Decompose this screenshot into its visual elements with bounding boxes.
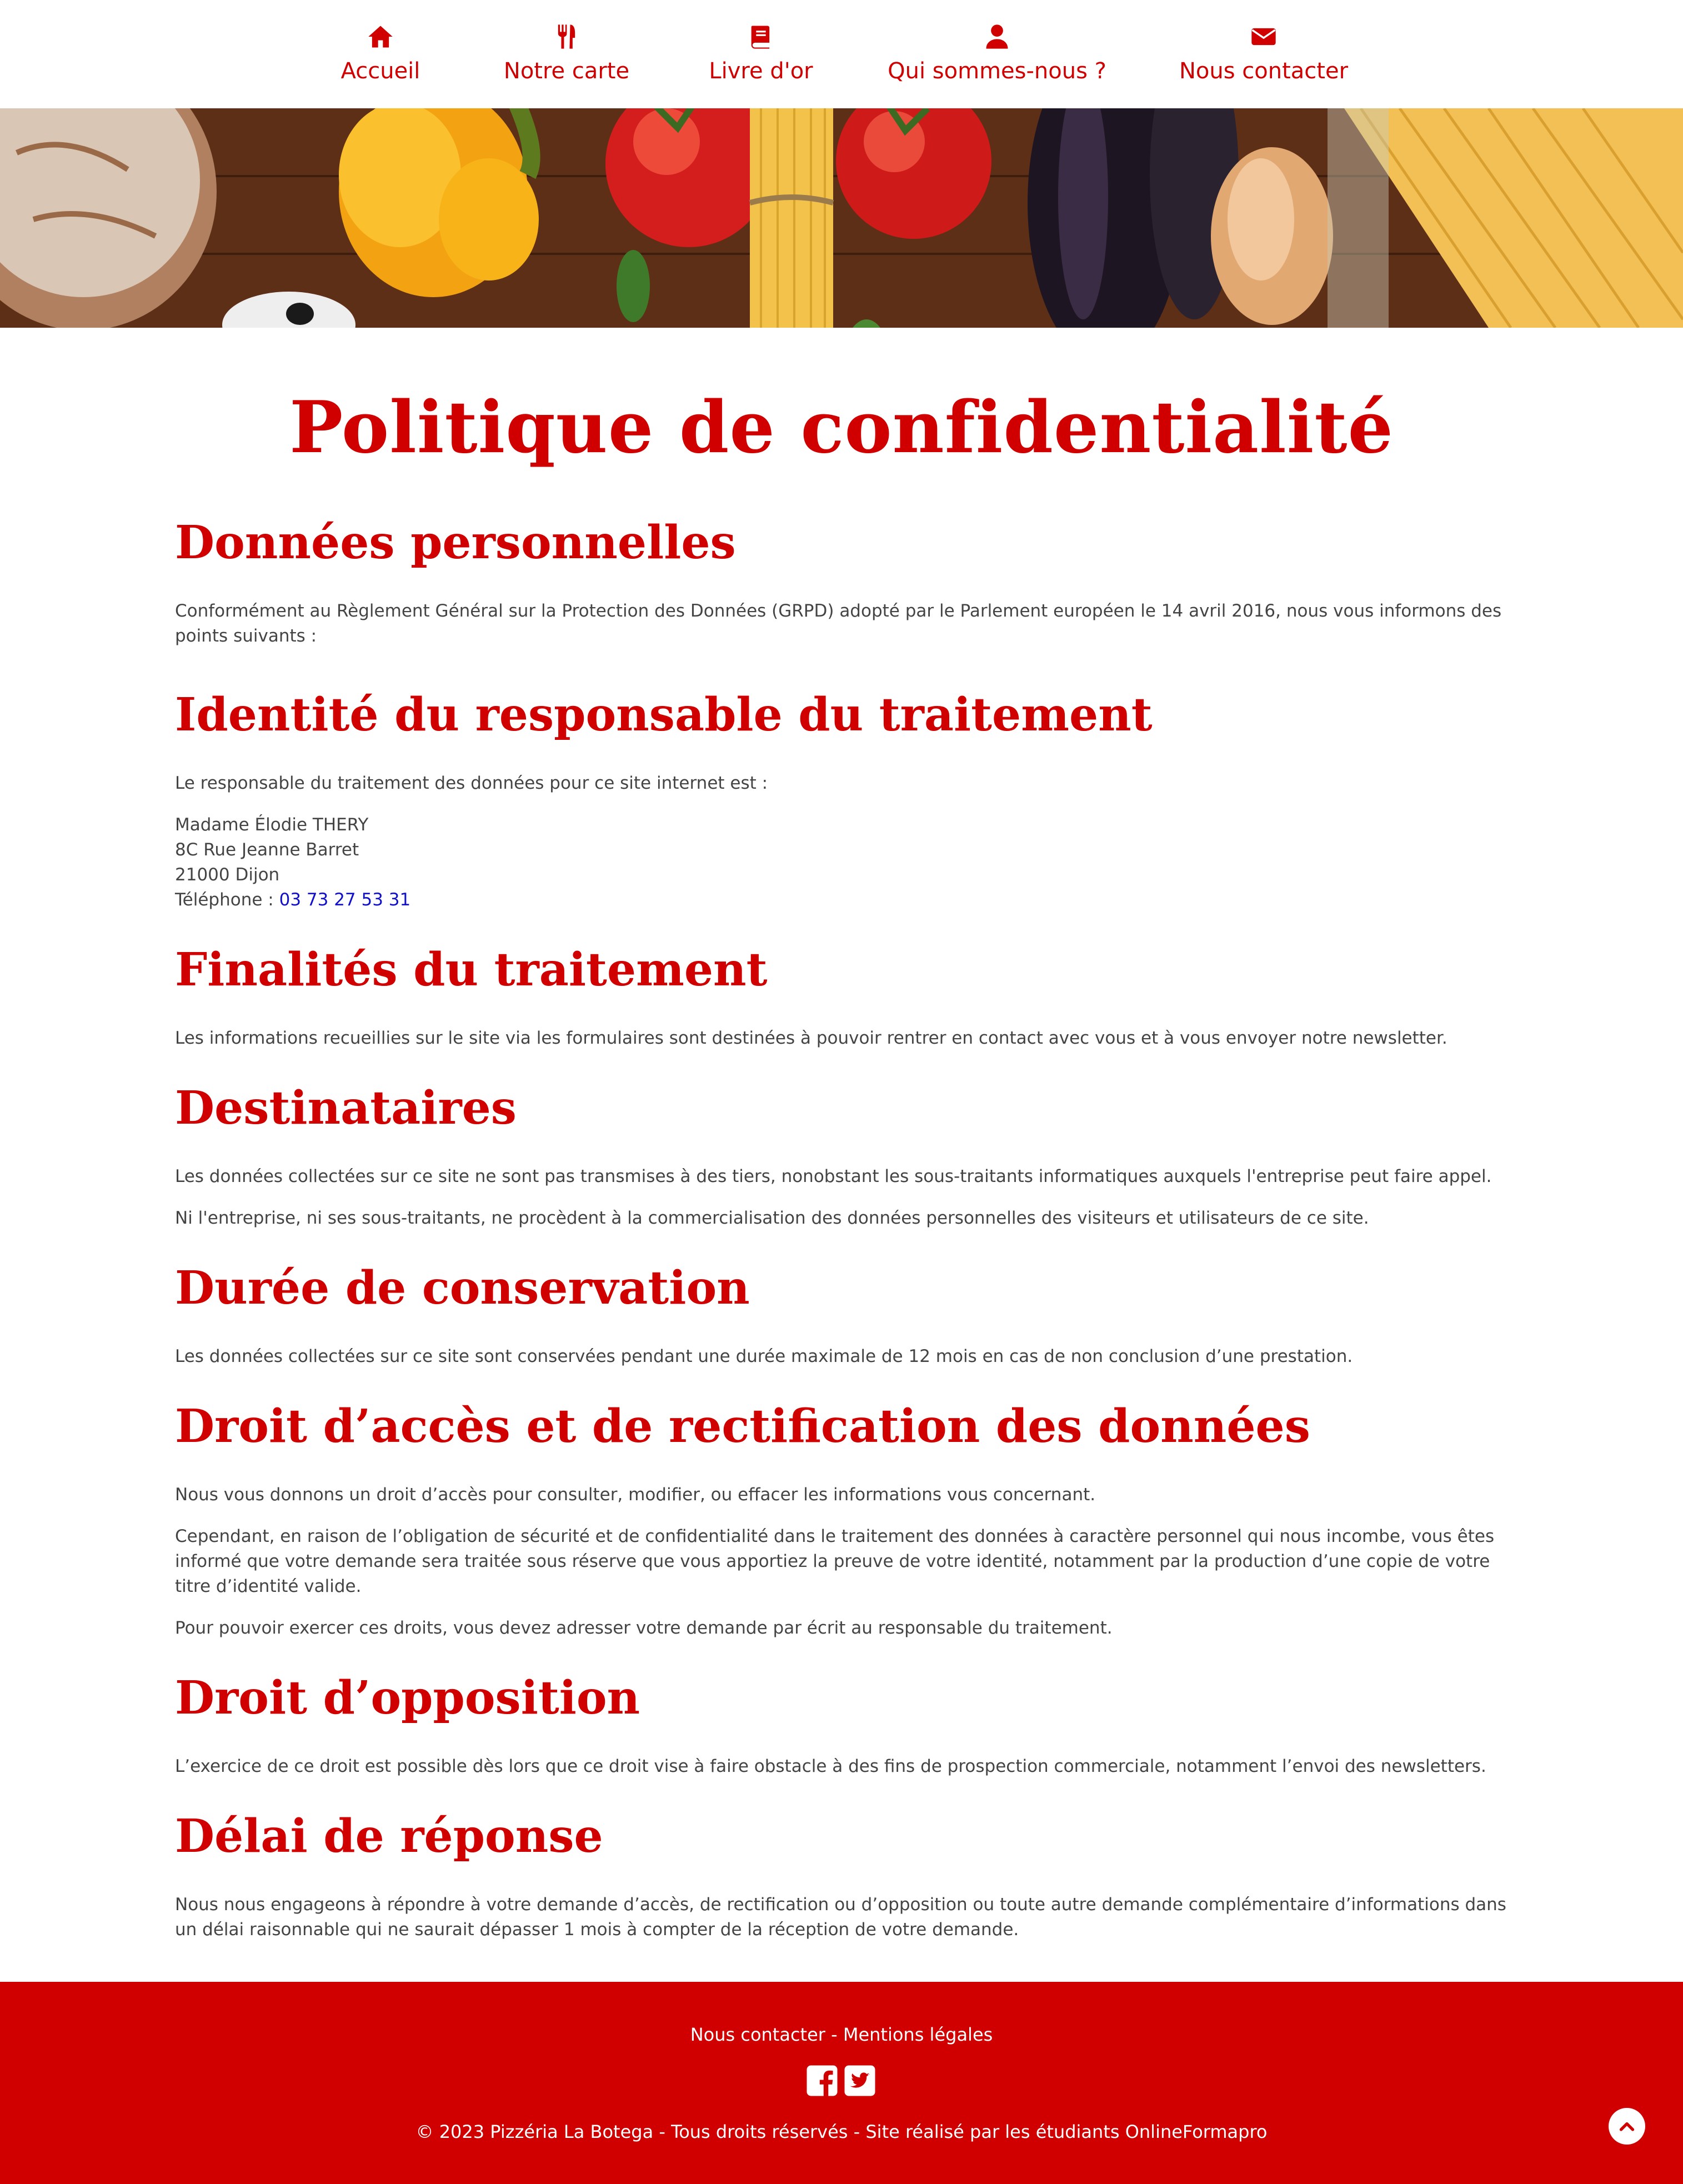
delay-paragraph: Nous nous engageons à répondre à votre d…: [175, 1895, 1506, 1940]
opposition-paragraph: L’exercice de ce droit est possible dès …: [175, 1756, 1486, 1776]
section-title-recipients: Destinataires: [175, 1081, 517, 1135]
nav-label-guestbook: Livre d'or: [709, 58, 813, 84]
facebook-icon[interactable]: [805, 2064, 839, 2097]
section-title-personal-data: Données personnelles: [175, 516, 736, 569]
controller-street: 8C Rue Jeanne Barret: [175, 840, 359, 860]
access-paragraph-1: Nous vous donnons un droit d’accès pour …: [175, 1485, 1096, 1505]
section-title-access: Droit d’accès et de rectification des do…: [175, 1400, 1310, 1453]
nav-label-home: Accueil: [340, 58, 420, 84]
nav-label-menu: Notre carte: [503, 58, 630, 84]
social-links: [805, 2064, 876, 2097]
nav-item-home[interactable]: Accueil: [333, 22, 428, 89]
footer-contact-link[interactable]: Nous contacter: [690, 2024, 825, 2045]
user-icon: [986, 24, 1008, 49]
copyright-text: © 2023 Pizzéria La Botega - Tous droits …: [415, 2121, 1268, 2142]
site-footer: Nous contacter - Mentions légales © 2023…: [0, 1982, 1683, 2184]
retention-paragraph: Les données collectées sur ce site sont …: [175, 1346, 1353, 1366]
nav-label-contact: Nous contacter: [1179, 58, 1349, 84]
section-title-retention: Durée de conservation: [175, 1261, 750, 1315]
back-to-top-button[interactable]: [1609, 2108, 1645, 2145]
recipients-paragraph-1: Les données collectées sur ce site ne so…: [175, 1166, 1492, 1186]
personal-data-paragraph: Conformément au Règlement Général sur la…: [175, 601, 1502, 646]
twitter-icon[interactable]: [843, 2064, 876, 2097]
recipients-paragraph-2: Ni l'entreprise, ni ses sous-traitants, …: [175, 1208, 1369, 1228]
hero-banner-image: [0, 108, 1683, 328]
book-icon: [751, 26, 770, 49]
footer-links: Nous contacter - Mentions légales: [0, 2023, 1683, 2046]
main-nav: Accueil Notre carte Livre d'or Qui somme…: [0, 0, 1683, 108]
home-icon: [368, 26, 393, 48]
nav-item-menu[interactable]: Notre carte: [500, 22, 633, 89]
controller-paragraph: Le responsable du traitement des données…: [175, 773, 768, 793]
chevron-up-icon: [1619, 2122, 1635, 2131]
nav-label-about: Qui sommes-nous ?: [888, 58, 1106, 84]
utensils-icon: [558, 24, 575, 49]
section-title-controller: Identité du responsable du traitement: [175, 688, 1153, 742]
controller-city: 21000 Dijon: [175, 865, 280, 885]
purposes-paragraph: Les informations recueillies sur le site…: [175, 1028, 1447, 1048]
envelope-icon: [1251, 28, 1276, 46]
footer-legal-link[interactable]: Mentions légales: [843, 2024, 993, 2045]
phone-label: Téléphone :: [175, 890, 279, 910]
access-paragraph-2: Cependant, en raison de l’obligation de …: [175, 1526, 1495, 1596]
section-title-purposes: Finalités du traitement: [175, 943, 768, 996]
access-paragraph-3: Pour pouvoir exercer ces droits, vous de…: [175, 1618, 1113, 1638]
main-content: Politique de confidentialité Données per…: [175, 328, 1508, 1942]
footer-separator: -: [825, 2024, 843, 2045]
controller-name: Madame Élodie THERY: [175, 815, 369, 835]
phone-link[interactable]: 03 73 27 53 31: [279, 890, 411, 910]
section-title-opposition: Droit d’opposition: [175, 1671, 640, 1725]
page-title: Politique de confidentialité: [289, 386, 1394, 469]
nav-item-about[interactable]: Qui sommes-nous ?: [888, 22, 1106, 89]
nav-item-guestbook[interactable]: Livre d'or: [700, 22, 822, 89]
section-title-delay: Délai de réponse: [175, 1810, 603, 1863]
vegetables-illustration: [0, 108, 1683, 328]
nav-item-contact[interactable]: Nous contacter: [1179, 22, 1349, 89]
controller-address: Madame Élodie THERY 8C Rue Jeanne Barret…: [175, 813, 1508, 913]
